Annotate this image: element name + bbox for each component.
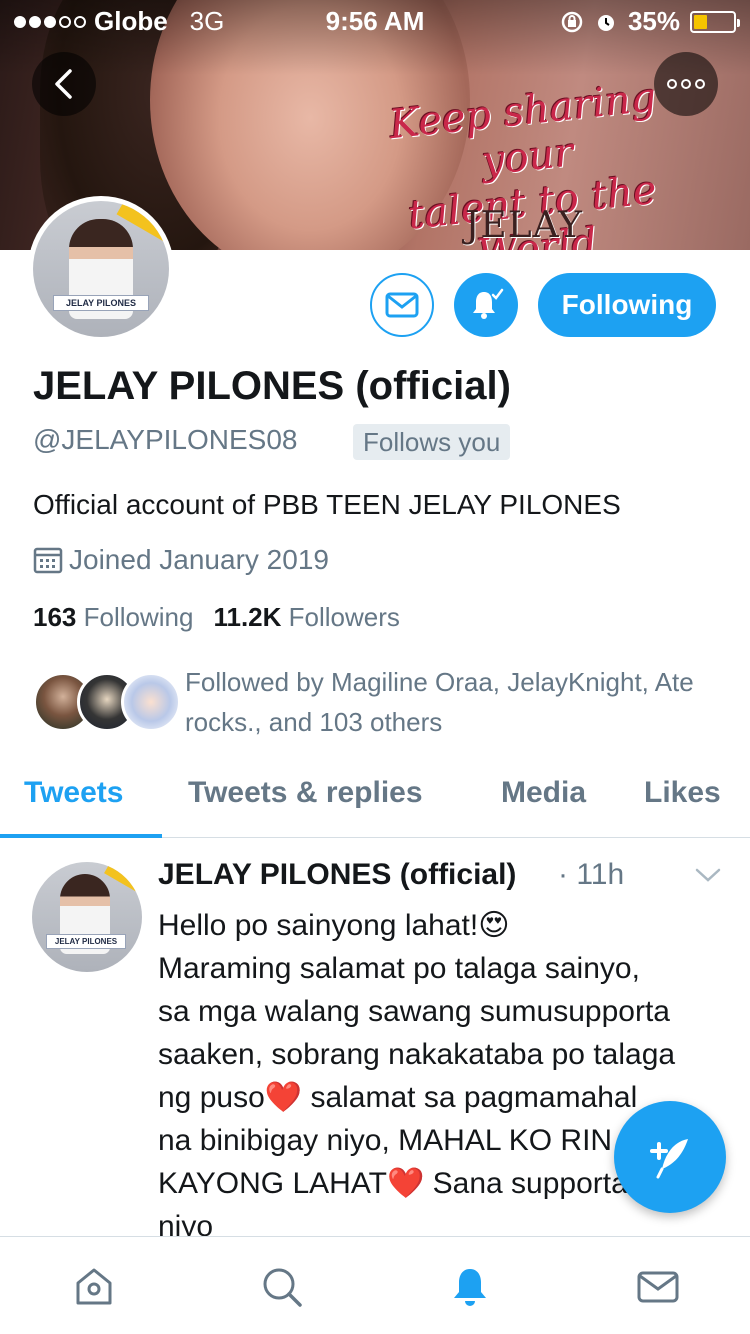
joined-text: Joined January 2019 xyxy=(69,544,329,575)
following-button[interactable]: Following xyxy=(538,273,716,337)
status-bar: Globe 3G 9:56 AM 35% xyxy=(0,0,750,40)
compose-feather-icon xyxy=(650,1139,688,1179)
tab-tweets[interactable]: Tweets xyxy=(24,776,123,810)
followers-count-link[interactable]: 11.2K Followers xyxy=(213,602,399,633)
notifications-icon xyxy=(454,1269,486,1306)
mutual-avatar xyxy=(121,672,181,732)
tweet-text: Hello po sainyong lahat!😍 Maraming salam… xyxy=(158,909,678,1236)
active-tab-indicator xyxy=(0,834,162,838)
profile-tabs: Tweets Tweets & replies Media Likes xyxy=(0,766,750,838)
follow-stats: 163 Following 11.2K Followers xyxy=(33,602,400,633)
tweet-avatar-label: JELAY PILONES xyxy=(46,934,126,949)
nav-messages[interactable] xyxy=(634,1263,682,1311)
tab-likes[interactable]: Likes xyxy=(644,776,721,810)
avatar-label: JELAY PILONES xyxy=(53,295,149,311)
tweet-timestamp: · 11h xyxy=(558,858,625,891)
calendar-icon xyxy=(33,547,63,574)
battery-percent: 35% xyxy=(627,6,680,36)
more-options-button[interactable] xyxy=(654,52,718,116)
banner-signature: JELAY xyxy=(465,205,583,246)
followed-by-text: Followed by Magiline Oraa, JelayKnight, … xyxy=(185,667,694,737)
mutual-avatars xyxy=(33,672,181,732)
followed-by-section[interactable]: Followed by Magiline Oraa, JelayKnight, … xyxy=(33,662,723,742)
user-handle: @JELAYPILONES08 xyxy=(33,424,298,455)
tweet-author-name[interactable]: JELAY PILONES (official) xyxy=(158,858,516,892)
tweet-menu-button[interactable] xyxy=(694,866,722,889)
battery-icon xyxy=(690,10,740,33)
nav-search[interactable] xyxy=(258,1263,306,1311)
chevron-left-icon xyxy=(55,69,72,99)
message-button[interactable] xyxy=(370,273,434,337)
rotation-lock-icon xyxy=(561,11,583,32)
following-count-link[interactable]: 163 Following xyxy=(33,602,193,633)
home-icon xyxy=(76,1268,112,1305)
more-icon xyxy=(667,79,705,89)
display-name: JELAY PILONES (official) xyxy=(33,364,511,408)
compose-tweet-button[interactable] xyxy=(614,1101,726,1213)
joined-date: Joined January 2019 xyxy=(33,544,329,576)
nav-home[interactable] xyxy=(70,1263,118,1311)
profile-avatar[interactable]: JELAY PILONES xyxy=(28,196,174,342)
envelope-icon xyxy=(385,292,419,318)
alarm-icon xyxy=(597,14,614,31)
chevron-down-icon xyxy=(695,868,721,882)
bell-check-icon xyxy=(473,288,504,319)
search-icon xyxy=(263,1268,302,1307)
profile-bio: Official account of PBB TEEN JELAY PILON… xyxy=(33,489,621,520)
tweet-author-avatar[interactable]: JELAY PILONES xyxy=(32,862,142,972)
tab-tweets-replies[interactable]: Tweets & replies xyxy=(188,776,423,810)
back-button[interactable] xyxy=(32,52,96,116)
notifications-toggle-button[interactable] xyxy=(454,273,518,337)
bottom-navigation xyxy=(0,1236,750,1334)
follows-you-badge: Follows you xyxy=(353,424,511,460)
nav-notifications[interactable] xyxy=(446,1263,494,1311)
tab-media[interactable]: Media xyxy=(501,776,586,810)
messages-icon xyxy=(637,1271,679,1303)
